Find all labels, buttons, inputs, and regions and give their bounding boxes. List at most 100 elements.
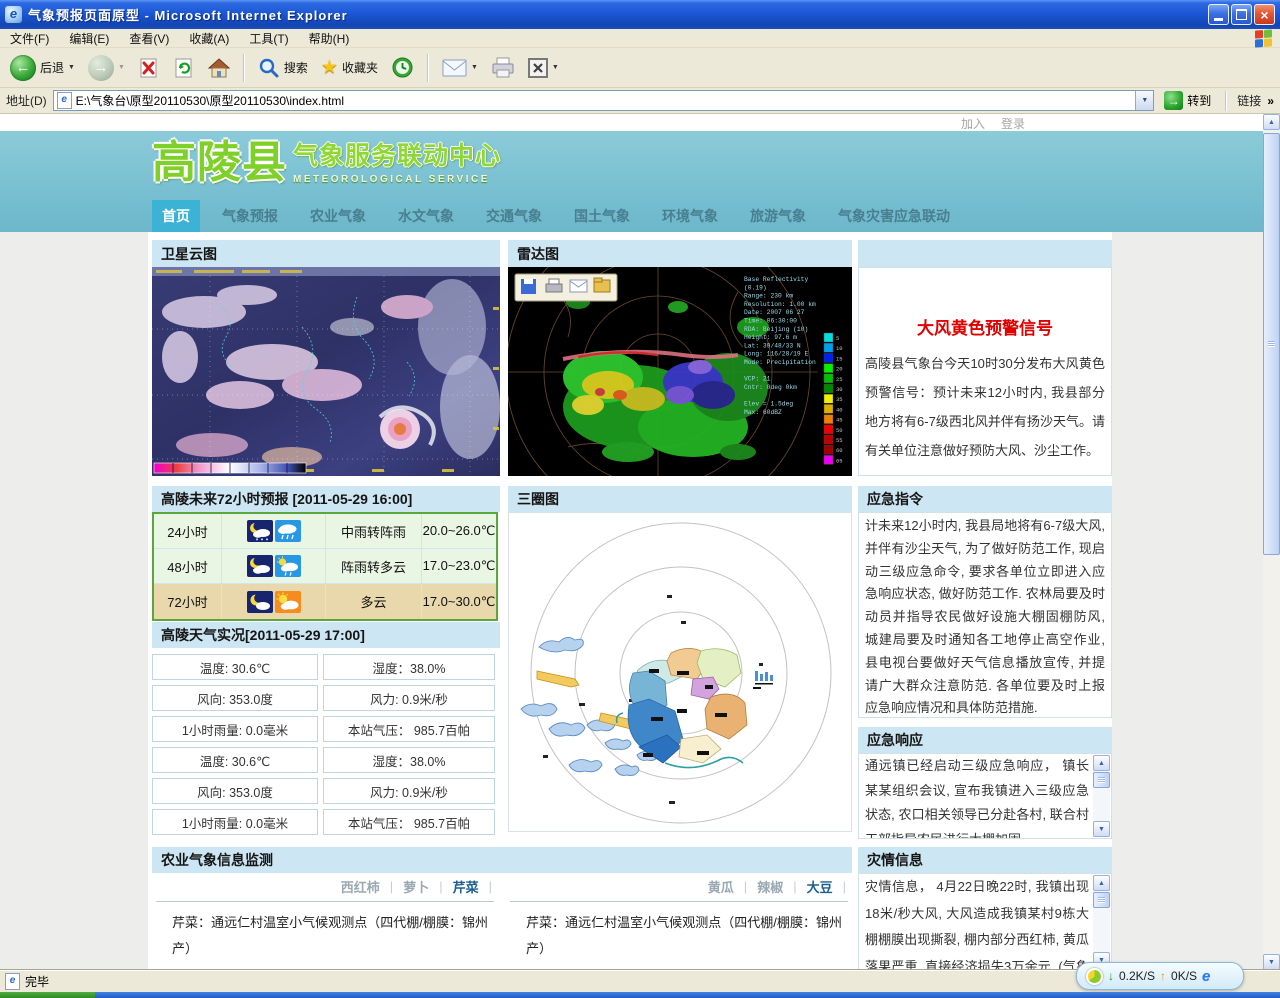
taskbar[interactable] [0,992,1280,998]
live-row: 温度: 30.6℃湿度：38.0% [152,747,500,773]
join-link[interactable]: 加入 [961,115,985,132]
forecast-row-48h: 48小时 阵雨转多云 17.0~23.0℃ [154,549,496,584]
nav-item-2[interactable]: 农业气象 [310,206,366,226]
browser-window: e 气象预报页面原型 - Microsoft Internet Explorer… [0,0,1280,998]
menu-help[interactable]: 帮助(H) [309,30,350,47]
agri-tab[interactable]: 辣椒 [757,877,783,896]
radar-info-line: Long: 116/28/19 E [744,351,808,358]
edit-button[interactable]: ▼ [524,56,563,80]
home-button[interactable] [204,55,234,81]
search-button[interactable]: 搜索 [254,55,312,81]
refresh-icon [173,57,195,79]
start-button-edge[interactable] [0,992,95,998]
back-button[interactable]: ← 后退 ▼ [6,53,79,83]
nav-item-6[interactable]: 环境气象 [662,206,718,226]
three-circle-map[interactable] [508,512,852,832]
disaster-scrollbar[interactable]: ▲ ▼ [1093,875,1110,968]
go-button[interactable]: → 转到 [1160,91,1215,110]
sun-shower-icon [275,555,301,577]
address-input-wrap: e ▼ [53,90,1155,111]
nav-item-8[interactable]: 气象灾害应急联动 [838,206,950,226]
response-title: 应急响应 [867,730,923,750]
scroll-thumb[interactable] [1263,133,1280,555]
forecast-period: 24小时 [154,514,222,548]
nav-item-7[interactable]: 旅游气象 [750,206,806,226]
back-icon: ← [10,55,36,81]
legend-value: 15 [836,355,843,362]
legend-swatch [824,425,833,434]
legend-value: 30 [836,386,843,393]
agri-tab[interactable]: 西红柿 [341,877,380,896]
scroll-down-icon[interactable]: ▼ [1093,821,1110,837]
menu-tools[interactable]: 工具(T) [249,30,288,47]
search-label: 搜索 [284,59,308,76]
scroll-up-icon[interactable]: ▲ [1093,875,1110,891]
mail-button[interactable]: ▼ [438,57,482,79]
scroll-up-icon[interactable]: ▲ [1093,755,1110,771]
address-dropdown-icon[interactable]: ▼ [1135,91,1153,110]
search-icon [258,57,280,79]
scroll-down-icon[interactable]: ▼ [1263,954,1280,970]
links-chevron-icon[interactable]: » [1267,94,1274,108]
sun-cloud-icon [275,591,301,613]
forecast-desc: 阵雨转多云 [326,549,422,583]
radar-info-line: Resolution: 1.00 km [744,301,816,308]
nav-item-4[interactable]: 交通气象 [486,206,542,226]
favorites-star-icon: ★ [321,58,338,77]
live-row: 风向: 353.0度风力: 0.9米/秒 [152,778,500,804]
minimize-button[interactable] [1208,4,1229,25]
refresh-button[interactable] [169,55,199,81]
forecast-desc: 中雨转阵雨 [326,514,422,548]
forecast-row-24h: 24小时 中雨转阵雨 20.0~26.0℃ [154,514,496,549]
satellite-image[interactable] [152,267,500,476]
live-cell: 湿度：38.0% [323,654,495,680]
main-scrollbar[interactable]: ▲ ▼ [1263,114,1280,970]
stop-button[interactable] [134,55,164,81]
menu-favorites[interactable]: 收藏(A) [189,30,229,47]
agri-tab[interactable]: 黄瓜 [708,877,734,896]
live-cell: 本站气压： 985.7百帕 [323,809,495,835]
history-button[interactable] [387,54,418,81]
forecast-icons [222,584,326,619]
back-caret-icon[interactable]: ▼ [68,64,75,71]
agri-tab[interactable]: 大豆 [807,877,833,896]
scroll-up-icon[interactable]: ▲ [1263,114,1280,130]
nav-item-5[interactable]: 国土气象 [574,206,630,226]
menu-view[interactable]: 查看(V) [129,30,169,47]
disaster-panel-body: 灾情信息， 4月22日晚22时, 我镇出现18米/秒大风, 大风造成我镇某村9栋… [858,873,1112,970]
stop-icon [138,57,160,79]
login-link[interactable]: 登录 [1001,115,1025,132]
forecast-desc: 多云 [326,584,422,619]
restore-button[interactable] [1231,4,1252,25]
print-button[interactable] [487,55,519,81]
radar-info-line: Base Reflectivity [744,276,808,283]
nav-item-0[interactable]: 首页 [152,200,200,232]
agri-tab[interactable]: 芹菜 [453,877,479,896]
mail-caret-icon[interactable]: ▼ [471,64,478,71]
menu-edit[interactable]: 编辑(E) [69,30,109,47]
legend-swatch [824,384,833,393]
mail-icon [442,59,467,77]
favorites-button[interactable]: ★ 收藏夹 [317,56,382,79]
image-toolbar[interactable] [515,274,617,301]
legend-value: 40 [836,406,843,413]
response-scrollbar[interactable]: ▲ ▼ [1093,755,1110,837]
address-input[interactable] [72,94,1136,108]
links-label[interactable]: 链接 [1237,92,1261,109]
menu-file[interactable]: 文件(F) [10,30,49,47]
nav-item-1[interactable]: 气象预报 [222,206,278,226]
net-speed-widget[interactable]: ↓ 0.2K/S ↑ 0K/S e [1076,962,1244,990]
live-cell: 风力: 0.9米/秒 [323,778,495,804]
forecast-temp: 20.0~26.0℃ [422,514,496,548]
forward-button[interactable]: → ▼ [84,53,129,83]
radar-image[interactable]: Base Reflectivity(0.19)Range: 230 kmReso… [508,267,852,476]
ie-window-icon: e [5,6,22,23]
close-button[interactable]: × [1254,4,1275,25]
legend-value: 25 [836,376,843,383]
radar-info-line: Lat: 39/48/33 N [744,342,801,349]
edit-caret-icon[interactable]: ▼ [552,64,559,71]
nav-item-3[interactable]: 水文气象 [398,206,454,226]
agri-tab[interactable]: 萝卜 [403,877,429,896]
forecast-temp: 17.0~30.0℃ [422,584,496,619]
status-text: 完毕 [25,973,49,990]
